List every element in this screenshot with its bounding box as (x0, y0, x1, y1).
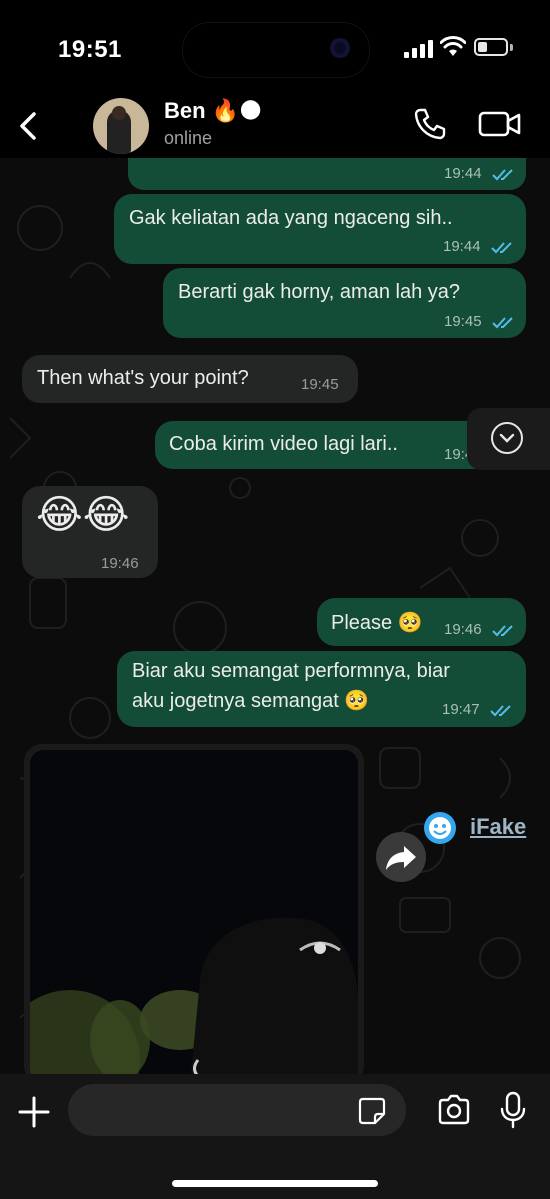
message-time: 19:46 (101, 555, 139, 572)
message-bubble-incoming[interactable]: 😂😂 19:46 (22, 486, 158, 578)
video-thumbnail[interactable] (30, 750, 358, 1074)
status-bar: 19:51 (0, 0, 550, 96)
front-camera (330, 38, 350, 58)
sticker-icon[interactable] (357, 1096, 387, 1126)
scroll-to-bottom-button[interactable] (467, 408, 550, 470)
message-time: 19:44 (444, 165, 482, 182)
message-time: 19:45 (444, 313, 482, 330)
message-bubble-outgoing[interactable]: Gak keliatan ada yang ngaceng sih.. 19:4… (114, 194, 526, 264)
forward-button[interactable] (376, 832, 426, 882)
camera-icon[interactable] (436, 1092, 472, 1128)
read-ticks-icon (492, 169, 513, 181)
message-bubble-outgoing[interactable]: Biar aku semangat performnya, biar aku j… (117, 651, 526, 727)
video-camera-icon[interactable] (478, 108, 522, 140)
avatar[interactable] (93, 98, 149, 154)
message-time: 19:46 (444, 621, 482, 638)
chat-header: Ben 🔥🌑 online (0, 96, 550, 158)
composer-bar (0, 1074, 550, 1199)
incoming-video-message[interactable] (24, 744, 364, 1074)
forward-icon (386, 846, 416, 870)
chat-area[interactable]: 19:44 Gak keliatan ada yang ngaceng sih.… (0, 158, 550, 1074)
watermark-text: iFake (470, 814, 527, 839)
home-indicator (172, 1180, 378, 1187)
message-time: 19:44 (443, 238, 481, 255)
read-ticks-icon (490, 705, 511, 717)
read-ticks-icon (492, 625, 513, 637)
message-text: Gak keliatan ada yang ngaceng sih.. (129, 207, 453, 229)
message-text: Then what's your point? (37, 367, 249, 389)
battery-icon (474, 38, 508, 56)
message-text-line1: Biar aku semangat performnya, biar (132, 660, 450, 682)
status-time: 19:51 (58, 36, 122, 63)
message-time: 19:47 (442, 701, 480, 718)
message-bubble-outgoing[interactable]: Please 🥺 19:46 (317, 598, 526, 646)
message-time: 19:45 (301, 376, 339, 393)
plus-icon[interactable] (14, 1092, 54, 1132)
message-text: Berarti gak horny, aman lah ya? (178, 281, 461, 303)
phone-icon[interactable] (412, 106, 448, 142)
message-text: Coba kirim video lagi lari.. (169, 433, 398, 455)
chevron-left-icon[interactable] (14, 106, 44, 146)
chevron-down-icon (491, 422, 523, 454)
battery-tip (510, 44, 513, 51)
message-text: Please 🥺 (331, 612, 423, 634)
message-bubble-outgoing[interactable]: Berarti gak horny, aman lah ya? 19:45 (163, 268, 526, 338)
message-emoji: 😂😂 (36, 493, 130, 537)
cellular-signal-icon (404, 38, 434, 58)
wifi-icon (440, 36, 466, 56)
media-message-bubble[interactable]: 19:44 (128, 158, 526, 190)
ifake-logo-icon (424, 812, 456, 844)
message-text-line2: aku jogetnya semangat 🥺 (132, 690, 370, 712)
contact-status: online (164, 128, 213, 148)
read-ticks-icon (492, 317, 513, 329)
contact-name-text: Ben (164, 98, 206, 123)
microphone-icon[interactable] (498, 1090, 528, 1130)
contact-name[interactable]: Ben 🔥🌑 (164, 98, 262, 124)
message-input[interactable] (68, 1084, 406, 1136)
read-ticks-icon (491, 242, 512, 254)
message-bubble-incoming[interactable]: Then what's your point? 19:45 (22, 355, 358, 403)
contact-emoji: 🔥🌑 (211, 98, 263, 123)
video-scene (30, 750, 358, 1074)
